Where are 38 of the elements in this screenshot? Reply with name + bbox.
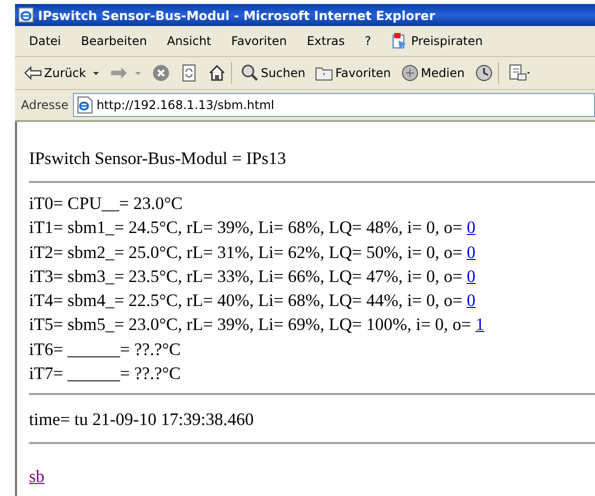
menu-item[interactable]: Extras — [296, 32, 355, 50]
output-link[interactable]: 0 — [466, 290, 476, 310]
output-link[interactable]: 0 — [466, 242, 476, 262]
media-icon — [400, 64, 419, 82]
sensor-reading: iT6= ______= ??.?°C — [29, 338, 181, 359]
browser-logo-icon — [18, 7, 34, 23]
address-label: Adresse — [21, 98, 69, 112]
sensor-reading: iT2= sbm2_= 25.0°C, rL= 31%, Li= 62%, LQ= 50%, i= 0, o= — [29, 242, 464, 262]
sb-link[interactable]: sb — [29, 466, 45, 488]
back-arrow-icon — [24, 64, 42, 82]
menu-item[interactable]: Datei — [19, 32, 72, 50]
back-button[interactable]: Zurück — [19, 62, 105, 84]
search-icon — [240, 64, 259, 82]
search-button[interactable]: Suchen — [236, 62, 310, 84]
sensor-reading: iT5= sbm5_= 23.0°C, rL= 39%, Li= 69%, LQ= 100%, i= 0, o= — [29, 314, 472, 334]
sensor-reading: iT7= ______= ??.?°C — [29, 363, 181, 384]
window-title: IPswitch Sensor-Bus-Modul - Microsoft Internet Explorer — [38, 8, 436, 22]
menu-item[interactable]: Ansicht — [156, 32, 222, 50]
page-heading: IPswitch Sensor-Bus-Modul = IPs13 — [29, 148, 287, 169]
output-link[interactable]: 0 — [466, 266, 476, 286]
caret-icon — [134, 69, 142, 77]
sensor-reading: iT0= CPU__= 23.0°C — [29, 193, 183, 213]
menu-item[interactable]: Bearbeiten — [71, 32, 157, 50]
media-button[interactable]: Medien — [396, 62, 470, 84]
output-link[interactable]: 1 — [475, 314, 484, 334]
output-link[interactable]: 0 — [466, 217, 476, 238]
page-icon — [76, 96, 93, 114]
menu-item[interactable]: ? — [354, 32, 382, 50]
menu-item[interactable]: Favoriten — [221, 32, 297, 50]
timestamp: time= tu 21-09-10 17:39:38.460 — [29, 409, 255, 430]
address-field[interactable]: http://192.168.1.13/sbm.html — [72, 93, 595, 117]
caret-icon — [92, 69, 100, 77]
sensor-reading: iT3= sbm3_= 23.5°C, rL= 33%, Li= 66%, LQ= 47%, i= 0, o= — [29, 266, 464, 286]
favorites-button[interactable]: Favoriten — [310, 62, 396, 84]
sensor-reading: iT4= sbm4_= 22.5°C, rL= 40%, Li= 68%, LQ= 44%, i= 0, o= — [29, 290, 464, 310]
sensor-reading: iT1= sbm1_= 24.5°C, rL= 39%, Li= 68%, LQ= 48%, i= 0, o= — [29, 217, 464, 238]
refresh-icon — [180, 64, 198, 82]
menu-item[interactable]: Preispiraten — [381, 30, 493, 52]
